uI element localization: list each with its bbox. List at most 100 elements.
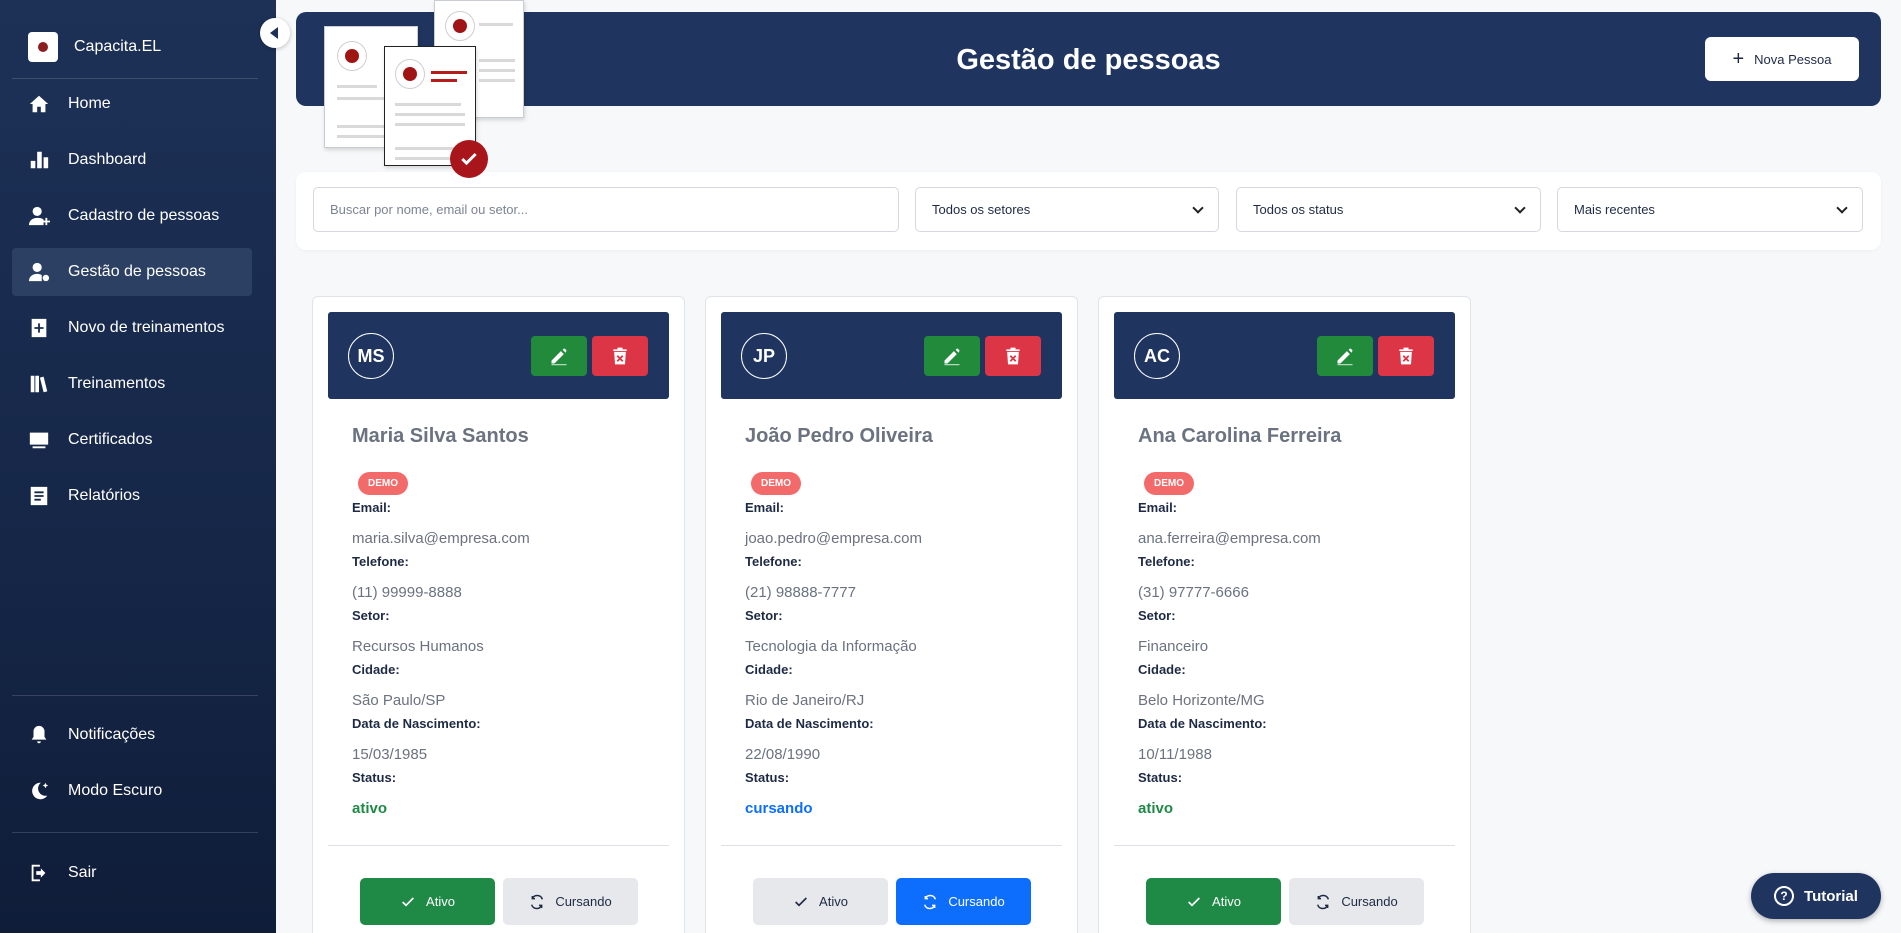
- sidebar-item-cadastro[interactable]: Cadastro de pessoas: [12, 192, 252, 240]
- card-header: MS: [328, 312, 669, 399]
- new-person-label: Nova Pessoa: [1754, 51, 1832, 67]
- demo-badge: DEMO: [358, 472, 408, 495]
- sidebar-item-label: Gestão de pessoas: [68, 263, 206, 280]
- birth-label: Data de Nascimento:: [1138, 716, 1267, 731]
- status-value: ativo: [1138, 800, 1174, 817]
- birth-value: 10/11/1988: [1138, 746, 1212, 763]
- sidebar-item-label: Modo Escuro: [68, 782, 163, 799]
- card-header: AC: [1114, 312, 1455, 399]
- status-label: Status:: [1138, 770, 1183, 785]
- city-label: Cidade:: [352, 662, 400, 677]
- set-studying-label: Cursando: [948, 894, 1005, 909]
- sidebar-item-certificados[interactable]: Certificados: [12, 416, 252, 464]
- edit-button[interactable]: [1317, 336, 1373, 376]
- sidebar-item-home[interactable]: Home: [12, 80, 252, 128]
- brand[interactable]: Capacita.EL: [28, 32, 161, 62]
- question-icon: ?: [1774, 886, 1795, 906]
- books-icon: [28, 373, 50, 395]
- sidebar-item-label: Notificações: [68, 726, 156, 743]
- status-label: Status:: [352, 770, 397, 785]
- set-studying-button[interactable]: Cursando: [1289, 878, 1424, 925]
- search-input[interactable]: Buscar por nome, email ou setor...: [313, 187, 899, 232]
- phone-value: (31) 97777-6666: [1138, 584, 1249, 601]
- status-value: cursando: [745, 800, 813, 817]
- pencil-icon: [944, 348, 960, 366]
- status-label: Status:: [745, 770, 790, 785]
- page-header: Gestão de pessoas + Nova Pessoa: [296, 12, 1881, 106]
- secondary-nav: Notificações Modo Escuro: [12, 711, 252, 823]
- demo-badge: DEMO: [751, 472, 801, 495]
- email-label: Email:: [1138, 500, 1178, 515]
- city-value: São Paulo/SP: [352, 692, 446, 709]
- check-icon: [450, 140, 488, 178]
- sidebar-item-treinamentos[interactable]: Treinamentos: [12, 360, 252, 408]
- edit-button[interactable]: [924, 336, 980, 376]
- logout-button[interactable]: Sair: [12, 849, 252, 897]
- sidebar-item-label: Home: [68, 95, 111, 112]
- user-add-icon: [28, 205, 50, 227]
- sector-value: Recursos Humanos: [352, 638, 484, 655]
- set-active-button[interactable]: Ativo: [1146, 878, 1281, 925]
- birth-value: 22/08/1990: [745, 746, 821, 763]
- bell-icon: [28, 724, 50, 746]
- person-name: João Pedro Oliveira: [745, 425, 933, 447]
- chevron-down-icon: [1514, 201, 1526, 214]
- set-studying-button[interactable]: Cursando: [503, 878, 638, 925]
- email-label: Email:: [352, 500, 392, 515]
- sidebar-item-relatorios[interactable]: Relatórios: [12, 472, 252, 520]
- status-value: ativo: [352, 800, 388, 817]
- avatar: JP: [741, 333, 787, 379]
- city-label: Cidade:: [745, 662, 793, 677]
- delete-button[interactable]: [592, 336, 648, 376]
- moon-icon: [28, 780, 50, 802]
- divider: [1114, 845, 1455, 846]
- bar-chart-icon: [28, 149, 50, 171]
- divider: [12, 832, 258, 833]
- trash-icon: [1399, 347, 1413, 365]
- sidebar-item-novo-treinamentos[interactable]: Novo de treinamentos: [12, 304, 252, 352]
- set-active-button[interactable]: Ativo: [753, 878, 888, 925]
- collapse-sidebar-button[interactable]: [260, 18, 290, 48]
- refresh-icon: [1317, 894, 1330, 909]
- set-studying-button[interactable]: Cursando: [896, 878, 1031, 925]
- plus-icon: +: [1732, 48, 1745, 70]
- logout-nav: Sair: [12, 849, 252, 905]
- refresh-icon: [924, 894, 937, 909]
- trash-icon: [613, 347, 627, 365]
- birth-label: Data de Nascimento:: [352, 716, 481, 731]
- delete-button[interactable]: [1378, 336, 1434, 376]
- sidebar-item-label: Treinamentos: [68, 375, 166, 392]
- delete-button[interactable]: [985, 336, 1041, 376]
- set-active-label: Ativo: [426, 894, 455, 909]
- email-value: maria.silva@empresa.com: [352, 530, 530, 547]
- brand-logo: [28, 32, 58, 62]
- avatar: AC: [1134, 333, 1180, 379]
- demo-badge: DEMO: [1144, 472, 1194, 495]
- main-nav: Home Dashboard Cadastro de pessoas Gestã…: [12, 80, 252, 528]
- new-person-button[interactable]: + Nova Pessoa: [1705, 37, 1859, 81]
- divider: [12, 695, 258, 696]
- edit-button[interactable]: [531, 336, 587, 376]
- status-select[interactable]: Todos os status: [1236, 187, 1541, 232]
- sector-value: Tecnologia da Informação: [745, 638, 917, 655]
- tutorial-button[interactable]: ? Tutorial: [1751, 873, 1881, 919]
- divider: [328, 845, 669, 846]
- certificate-icon: [28, 429, 50, 451]
- sidebar-item-dashboard[interactable]: Dashboard: [12, 136, 252, 184]
- header-illustration: [320, 0, 530, 180]
- birth-label: Data de Nascimento:: [745, 716, 874, 731]
- sidebar-item-gestao[interactable]: Gestão de pessoas: [12, 248, 252, 296]
- city-value: Rio de Janeiro/RJ: [745, 692, 865, 709]
- sidebar-item-dark-mode[interactable]: Modo Escuro: [12, 767, 252, 815]
- sector-select[interactable]: Todos os setores: [915, 187, 1219, 232]
- phone-value: (11) 99999-8888: [352, 584, 462, 601]
- phone-value: (21) 98888-7777: [745, 584, 856, 601]
- check-icon: [1188, 896, 1200, 907]
- set-active-button[interactable]: Ativo: [360, 878, 495, 925]
- sector-label: Setor:: [352, 608, 390, 623]
- phone-label: Telefone:: [745, 554, 802, 569]
- chevron-down-icon: [1192, 201, 1204, 214]
- refresh-icon: [531, 894, 544, 909]
- sidebar-item-notificacoes[interactable]: Notificações: [12, 711, 252, 759]
- sort-select[interactable]: Mais recentes: [1557, 187, 1863, 232]
